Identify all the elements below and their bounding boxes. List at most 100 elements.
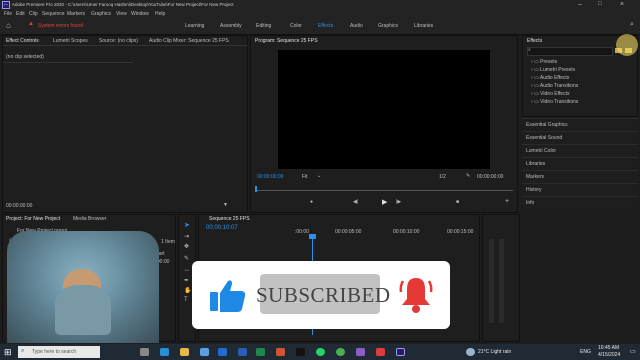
menu-clip[interactable]: Clip	[29, 11, 38, 17]
section-essential-graphics[interactable]: Essential Graphics	[522, 118, 638, 131]
search-icon: ⌕	[528, 47, 531, 53]
tiktok-icon[interactable]	[296, 348, 305, 356]
section-lumetri-color[interactable]: Lumetri Color	[522, 144, 638, 157]
whatsapp-icon[interactable]	[316, 348, 325, 356]
section-libraries[interactable]: Libraries	[522, 157, 638, 170]
effects-title: Effects	[527, 38, 543, 44]
right-sections: Essential Graphics Essential Sound Lumet…	[522, 118, 638, 214]
weather-text[interactable]: 21°C Light rain	[478, 349, 511, 355]
menu-file[interactable]: File	[4, 11, 12, 17]
tab-source[interactable]: Source: (no clips)	[99, 38, 138, 44]
system-alert[interactable]: System errors found	[38, 23, 83, 29]
tab-graphics[interactable]: Graphics	[378, 23, 398, 29]
chrome-icon[interactable]	[336, 348, 345, 356]
thumbs-up-icon	[208, 275, 248, 315]
timeline-playhead-handle[interactable]	[309, 234, 316, 239]
effects-list: › ▭ Presets › ▭ Lumetri Presets › ▭ Audi…	[523, 58, 639, 106]
maximize-button[interactable]: □	[598, 1, 602, 7]
effect-item-audio-effects[interactable]: › ▭ Audio Effects	[523, 74, 639, 82]
menu-window[interactable]: Window	[131, 11, 149, 17]
menu-help[interactable]: Help	[155, 11, 165, 17]
section-markers[interactable]: Markers	[522, 170, 638, 183]
step-back-icon[interactable]: ◀|	[353, 199, 358, 205]
taskbar-search-box[interactable]: ⌕ Type here to search	[18, 346, 100, 358]
windows-start-icon[interactable]: ⊞	[4, 347, 12, 358]
explorer-icon[interactable]	[180, 348, 189, 356]
timeline-tab[interactable]: Sequence 25 FPS	[209, 216, 250, 222]
media-player-icon[interactable]	[376, 348, 385, 356]
tab-audio[interactable]: Audio	[350, 23, 363, 29]
mail-icon[interactable]	[218, 348, 227, 356]
menu-graphics[interactable]: Graphics	[91, 11, 111, 17]
tab-color[interactable]: Color	[290, 23, 302, 29]
effects-search-input[interactable]	[527, 47, 613, 56]
razor-icon[interactable]: ✎	[184, 255, 189, 262]
tab-libraries[interactable]: Libraries	[414, 23, 433, 29]
tab-assembly[interactable]: Assembly	[220, 23, 242, 29]
subscribe-overlay: SUBSCRIBED	[192, 261, 450, 329]
language-indicator[interactable]: ENG	[580, 349, 591, 355]
program-title: Program: Sequence 25 FPS	[255, 38, 318, 44]
home-icon[interactable]: ⌂	[6, 21, 11, 30]
effect-item-lumetri-presets[interactable]: › ▭ Lumetri Presets	[523, 66, 639, 74]
close-button[interactable]: ×	[620, 1, 624, 8]
section-essential-sound[interactable]: Essential Sound	[522, 131, 638, 144]
effect-item-video-transitions[interactable]: › ▭ Video Transitions	[523, 98, 639, 106]
tab-editing[interactable]: Editing	[256, 23, 271, 29]
ripple-edit-icon[interactable]: ✥	[184, 243, 189, 250]
notifications-icon[interactable]: ▭	[630, 348, 636, 355]
tab-project[interactable]: Project: For New Project	[6, 216, 60, 222]
filter-icon[interactable]: ▼	[223, 202, 228, 208]
playhead-bar[interactable]	[255, 190, 513, 191]
video-canvas[interactable]	[278, 50, 490, 169]
clock-date[interactable]: 4/15/2024	[598, 352, 620, 358]
item-count: 1 Item	[161, 239, 175, 245]
play-button[interactable]: ▶	[382, 198, 387, 206]
menu-view[interactable]: View	[116, 11, 127, 17]
program-timecode[interactable]: 00:00:00:00	[257, 174, 283, 180]
camera-icon[interactable]: ■	[456, 199, 459, 205]
menu-sequence[interactable]: Sequence	[42, 11, 65, 17]
tab-audio-clip-mixer[interactable]: Audio Clip Mixer: Sequence 25 FPS	[149, 38, 229, 44]
section-history[interactable]: History	[522, 183, 638, 196]
add-button[interactable]: +	[505, 198, 509, 205]
tab-lumetri-scopes[interactable]: Lumetri Scopes	[53, 38, 88, 44]
minimize-button[interactable]: –	[578, 1, 582, 8]
word-icon[interactable]	[238, 348, 247, 356]
search-icon[interactable]: ⌕	[630, 21, 634, 29]
tab-effects[interactable]: Effects	[318, 23, 333, 29]
subscribed-label: SUBSCRIBED	[256, 283, 391, 307]
effect-item-audio-transitions[interactable]: › ▭ Audio Transitions	[523, 82, 639, 90]
section-info[interactable]: Info	[522, 196, 638, 209]
tab-learning[interactable]: Learning	[185, 23, 204, 29]
timeline-timecode[interactable]: 00:00:10:07	[206, 225, 238, 231]
store-icon[interactable]	[200, 348, 209, 356]
chevron-down-icon[interactable]: ⌄	[317, 173, 321, 179]
task-view-icon[interactable]	[140, 348, 149, 356]
excel-icon[interactable]	[256, 348, 265, 356]
menu-bar: File Edit Clip Sequence Markers Graphics…	[0, 10, 640, 18]
pen-tool-icon[interactable]: ✒	[184, 277, 189, 284]
track-select-icon[interactable]: ⇥	[184, 233, 189, 240]
powerpoint-icon[interactable]	[276, 348, 285, 356]
type-tool-icon[interactable]: T	[184, 297, 188, 303]
tab-media-browser[interactable]: Media Browser	[73, 216, 106, 222]
hand-tool-icon[interactable]: ✋	[184, 287, 191, 294]
edge-icon[interactable]	[160, 348, 169, 356]
clock-time[interactable]: 10:45 AM	[598, 345, 619, 351]
menu-markers[interactable]: Markers	[67, 11, 85, 17]
tab-effect-controls[interactable]: Effect Controls	[6, 38, 39, 44]
menu-edit[interactable]: Edit	[16, 11, 25, 17]
slip-tool-icon[interactable]: ↔	[184, 267, 190, 273]
wrench-icon[interactable]: ✎	[466, 173, 470, 179]
playhead-marker[interactable]	[255, 186, 257, 192]
photos-icon[interactable]	[356, 348, 365, 356]
fit-dropdown[interactable]: Fit	[302, 174, 308, 180]
effect-item-video-effects[interactable]: › ▭ Video Effects	[523, 90, 639, 98]
resolution-dropdown[interactable]: 1/2	[439, 174, 446, 180]
premiere-taskbar-icon[interactable]	[396, 348, 405, 356]
effect-item-presets[interactable]: › ▭ Presets	[523, 58, 639, 66]
selection-tool-icon[interactable]: ➤	[184, 221, 190, 229]
marker-icon[interactable]: ●	[310, 199, 313, 205]
step-forward-icon[interactable]: |▶	[396, 199, 401, 205]
